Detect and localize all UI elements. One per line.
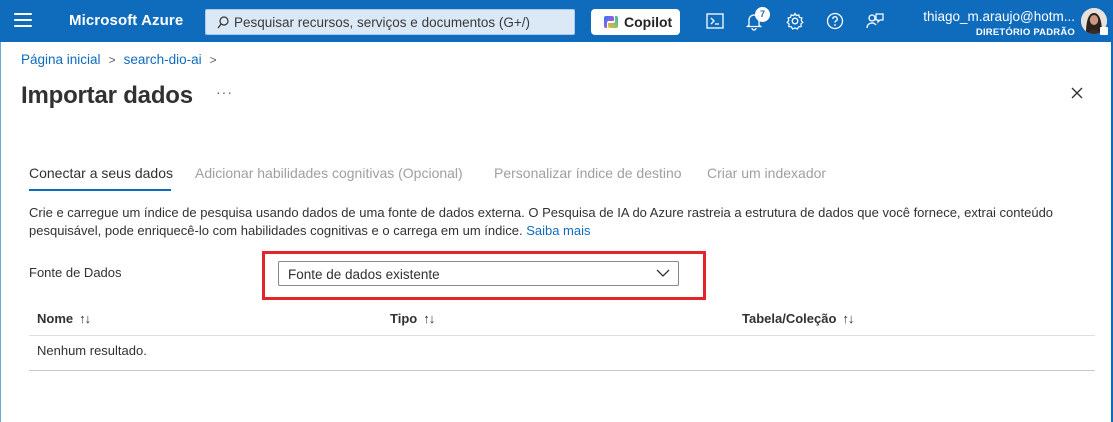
- lock-icon: [1100, 27, 1108, 35]
- menu-icon[interactable]: [14, 13, 32, 29]
- help-icon[interactable]: [825, 11, 845, 31]
- search-icon: [217, 16, 229, 29]
- gear-icon[interactable]: [785, 11, 805, 31]
- close-icon[interactable]: [1070, 86, 1084, 100]
- copilot-button[interactable]: Copilot: [591, 9, 680, 35]
- sort-icon: ↑↓: [423, 311, 435, 326]
- top-bar: Microsoft Azure Copilot: [0, 0, 1113, 42]
- left-edge: [0, 42, 1, 422]
- description: Crie e carregue um índice de pesquisa us…: [29, 204, 1089, 240]
- user-account[interactable]: thiago_m.araujo@hotm... DIRETÓRIO PADRÃO: [923, 9, 1075, 39]
- cloud-shell-icon[interactable]: [705, 11, 725, 31]
- learn-more-link[interactable]: Saiba mais: [526, 223, 590, 238]
- datasource-selected-value: Fonte de dados existente: [288, 267, 440, 282]
- table-bottom-divider: [29, 370, 1095, 371]
- empty-state-text: Nenhum resultado.: [37, 343, 147, 358]
- column-header-type[interactable]: Tipo ↑↓: [390, 311, 435, 326]
- more-options-button[interactable]: ···: [216, 84, 233, 100]
- sort-icon: ↑↓: [79, 311, 91, 326]
- brand-name[interactable]: Microsoft Azure: [69, 12, 183, 29]
- datasource-dropdown[interactable]: Fonte de dados existente: [278, 261, 679, 286]
- copilot-label: Copilot: [624, 14, 673, 30]
- column-header-name[interactable]: Nome ↑↓: [37, 311, 91, 326]
- column-header-table-collection[interactable]: Tabela/Coleção ↑↓: [742, 311, 854, 326]
- tab-connect-data[interactable]: Conectar a seus dados: [29, 165, 173, 181]
- tab-cognitive-skills[interactable]: Adicionar habilidades cognitivas (Opcion…: [195, 165, 463, 181]
- active-tab-indicator: [29, 189, 171, 191]
- notification-badge: 7: [755, 7, 770, 22]
- user-name: thiago_m.araujo@hotm...: [923, 9, 1075, 24]
- sort-icon: ↑↓: [842, 311, 854, 326]
- breadcrumb-home[interactable]: Página inicial: [21, 52, 101, 67]
- table-header: Nome ↑↓ Tipo ↑↓ Tabela/Coleção ↑↓: [29, 306, 1095, 336]
- breadcrumb-search-service[interactable]: search-dio-ai: [124, 52, 202, 67]
- copilot-icon: [604, 16, 618, 28]
- feedback-icon[interactable]: [865, 11, 885, 31]
- global-search[interactable]: [205, 9, 575, 35]
- datasource-label: Fonte de Dados: [29, 265, 122, 280]
- chevron-down-icon: [656, 269, 670, 277]
- tab-create-indexer[interactable]: Criar um indexador: [707, 165, 826, 181]
- user-directory: DIRETÓRIO PADRÃO: [975, 27, 1075, 38]
- column-type-label: Tipo: [390, 311, 418, 326]
- tab-customize-index[interactable]: Personalizar índice de destino: [494, 165, 682, 181]
- chevron-right-icon: >: [108, 53, 116, 67]
- column-table-label: Tabela/Coleção: [742, 311, 837, 326]
- page-title: Importar dados: [21, 82, 193, 109]
- search-input[interactable]: [234, 12, 564, 32]
- breadcrumb: Página inicial > search-dio-ai >: [21, 52, 225, 67]
- column-name-label: Nome: [37, 311, 74, 326]
- chevron-right-icon: >: [209, 53, 217, 67]
